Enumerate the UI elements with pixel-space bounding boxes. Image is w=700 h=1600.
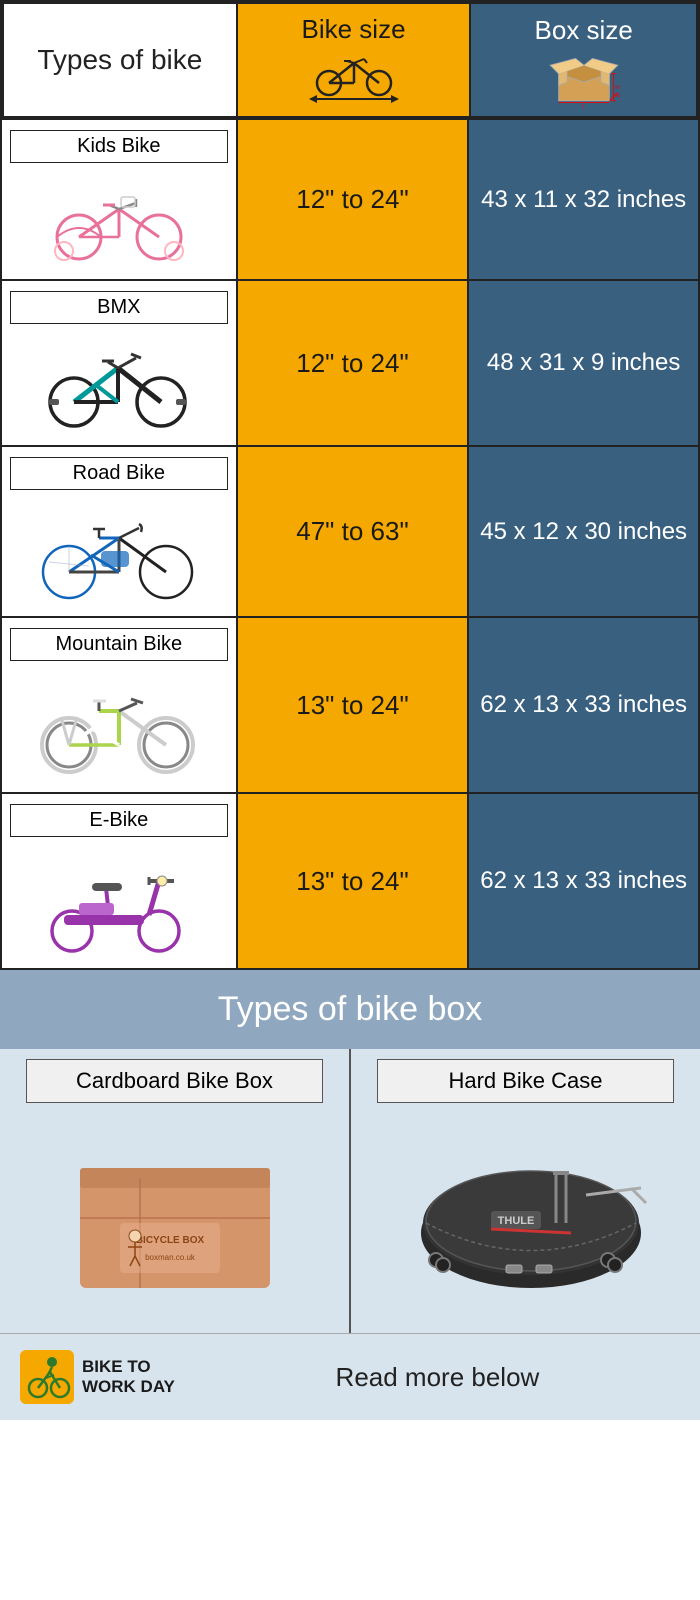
cell-size-road: 47" to 63" <box>238 447 470 616</box>
ebike-label: E-Bike <box>10 804 228 837</box>
btwd-text: BIKE TO WORK DAY <box>82 1357 175 1398</box>
row-ebike: E-Bike <box>0 792 700 970</box>
cardboard-box-label: Cardboard Bike Box <box>26 1059 322 1103</box>
cell-size-ebike: 13" to 24" <box>238 794 470 968</box>
hard-case-image-area: THULE <box>361 1103 690 1323</box>
hard-case-label: Hard Bike Case <box>377 1059 673 1103</box>
size-mountain-text: 13" to 24" <box>296 690 408 721</box>
cell-type-road: Road Bike <box>2 447 238 616</box>
svg-text:THULE: THULE <box>497 1215 534 1227</box>
road-bike-image <box>10 496 228 606</box>
header-col1-text: Types of bike <box>37 42 202 78</box>
cell-box-bmx: 48 x 31 x 9 inches <box>469 281 698 445</box>
btwd-icon-svg <box>20 1350 74 1404</box>
row-kids-bike: Kids Bike <box>0 118 700 279</box>
svg-text:L: L <box>581 104 585 110</box>
box-mountain-text: 62 x 13 x 33 inches <box>480 688 687 722</box>
cell-type-kids: Kids Bike <box>2 120 238 279</box>
bike-size-icon <box>309 51 399 106</box>
btwd-logo: BIKE TO WORK DAY <box>20 1350 175 1404</box>
cell-size-bmx: 12" to 24" <box>238 281 470 445</box>
svg-text:BICYCLE BOX: BICYCLE BOX <box>135 1235 204 1246</box>
box-road-text: 45 x 12 x 30 inches <box>480 515 687 549</box>
size-bmx-text: 12" to 24" <box>296 348 408 379</box>
cell-size-kids: 12" to 24" <box>238 120 470 279</box>
size-road-text: 47" to 63" <box>296 516 408 547</box>
hard-case-svg: THULE <box>401 1133 651 1293</box>
cardboard-box-svg: BICYCLE BOX boxman.co.uk <box>60 1128 290 1298</box>
road-bike-label: Road Bike <box>10 457 228 490</box>
footer-bar: BIKE TO WORK DAY Read more below <box>0 1333 700 1420</box>
box-header-icon: H L W <box>549 50 619 105</box>
row-bmx: BMX 12 <box>0 279 700 445</box>
section-title-text: Types of bike box <box>218 990 483 1028</box>
hard-case-col: Hard Bike Case THULE <box>351 1049 700 1333</box>
cell-box-ebike: 62 x 13 x 33 inches <box>469 794 698 968</box>
cell-box-mountain: 62 x 13 x 33 inches <box>469 618 698 792</box>
bmx-image <box>10 330 228 435</box>
kids-bike-label: Kids Bike <box>10 130 228 163</box>
ebike-image <box>10 843 228 958</box>
kids-bike-image <box>10 169 228 269</box>
bottom-section: Types of bike box Cardboard Bike Box BIC… <box>0 970 700 1420</box>
cell-type-ebike: E-Bike <box>2 794 238 968</box>
boxes-row: Cardboard Bike Box BICYCLE BOX boxman.co… <box>0 1049 700 1333</box>
bmx-label: BMX <box>10 291 228 324</box>
svg-text:H: H <box>615 85 619 91</box>
box-ebike-text: 62 x 13 x 33 inches <box>480 864 687 898</box>
header-col3-text: Box size <box>535 15 633 46</box>
section-title-bar: Types of bike box <box>0 970 700 1049</box>
mountain-bike-label: Mountain Bike <box>10 628 228 661</box>
row-mountain-bike: Mountain Bike <box>0 616 700 792</box>
svg-text:boxman.co.uk: boxman.co.uk <box>145 1253 196 1262</box>
cell-size-mountain: 13" to 24" <box>238 618 470 792</box>
box-bmx-text: 48 x 31 x 9 inches <box>487 346 680 380</box>
header-col3: Box size H L W <box>469 2 698 118</box>
cell-type-bmx: BMX <box>2 281 238 445</box>
size-kids-text: 12" to 24" <box>296 184 408 215</box>
size-ebike-text: 13" to 24" <box>296 866 408 897</box>
row-road-bike: Road Bike <box>0 445 700 616</box>
box-kids-text: 43 x 11 x 32 inches <box>481 183 686 217</box>
read-more-text: Read more below <box>195 1362 680 1393</box>
cell-box-kids: 43 x 11 x 32 inches <box>469 120 698 279</box>
size-arrow <box>309 92 399 106</box>
svg-text:W: W <box>614 93 620 99</box>
cardboard-box-col: Cardboard Bike Box BICYCLE BOX boxman.co… <box>0 1049 351 1333</box>
header-col2: Bike size <box>238 2 470 118</box>
mountain-bike-image <box>10 667 228 782</box>
cardboard-box-image-area: BICYCLE BOX boxman.co.uk <box>10 1103 339 1323</box>
header-col2-text: Bike size <box>301 14 405 45</box>
cell-box-road: 45 x 12 x 30 inches <box>469 447 698 616</box>
header-col1: Types of bike <box>2 2 238 118</box>
cell-type-mountain: Mountain Bike <box>2 618 238 792</box>
